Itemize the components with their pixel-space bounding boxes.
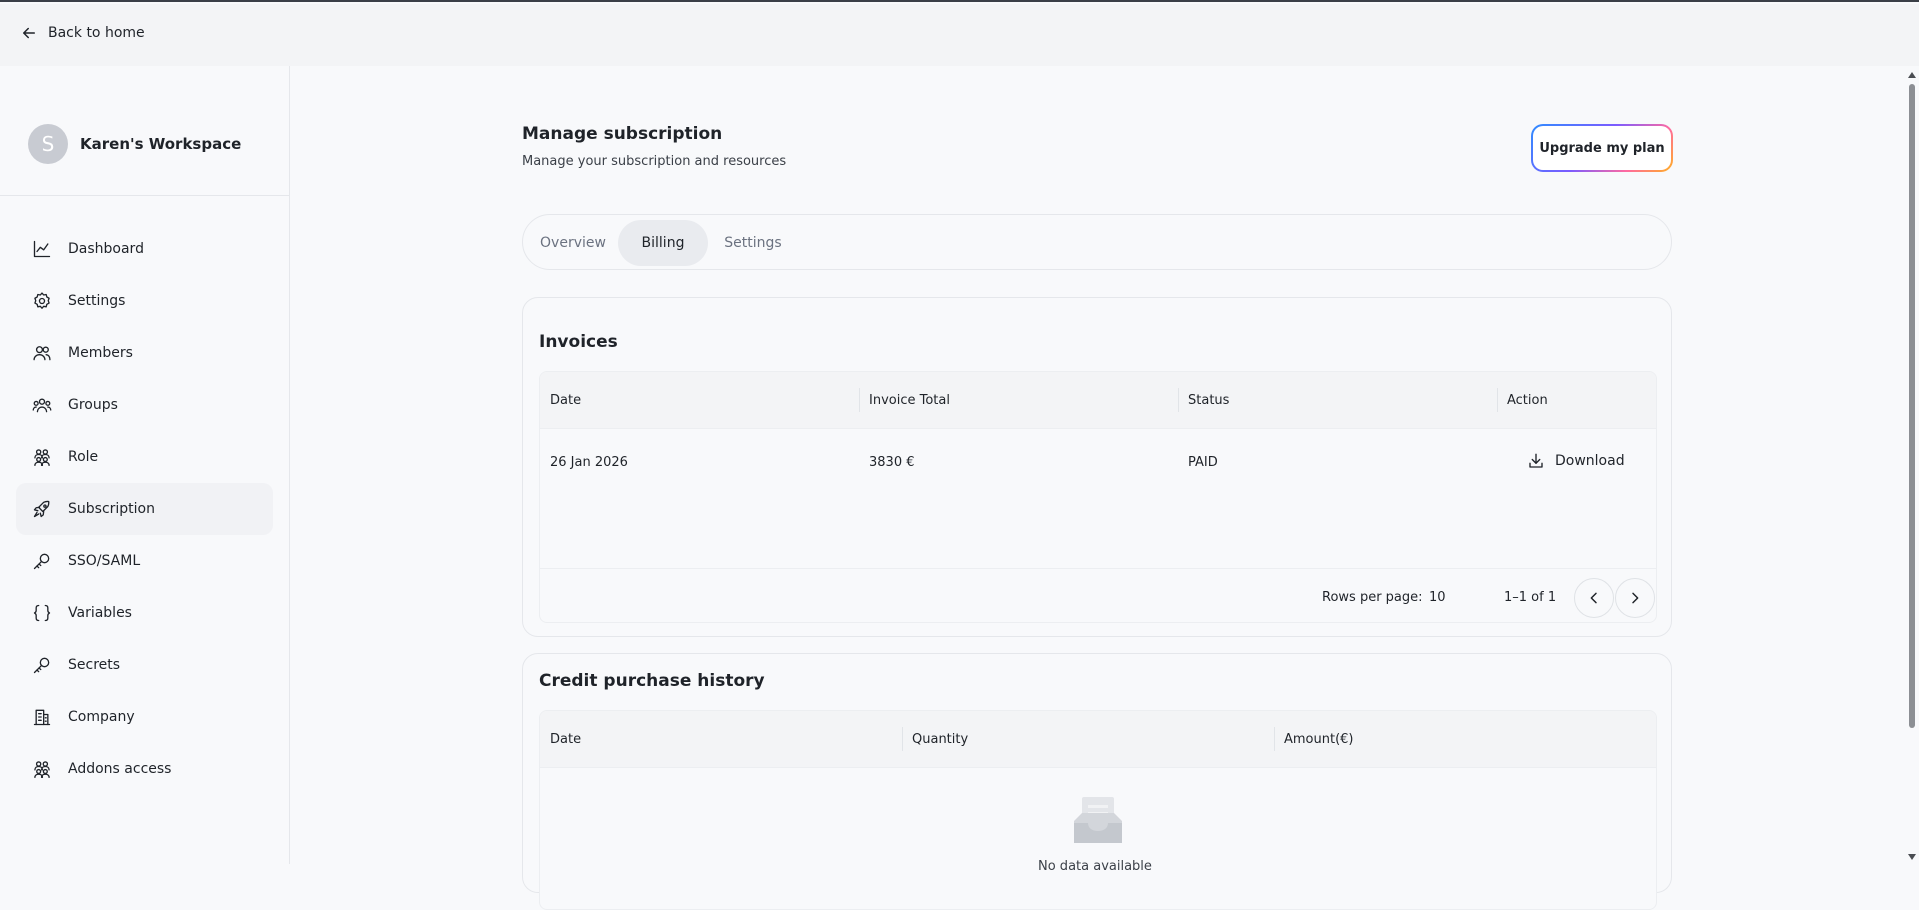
chevron-left-icon xyxy=(1590,592,1597,604)
table-footer-divider xyxy=(540,568,1656,569)
sidebar-item-settings[interactable]: Settings xyxy=(16,275,273,327)
empty-state-text: No data available xyxy=(1038,859,1152,874)
gear-icon xyxy=(34,292,50,309)
workspace-header[interactable]: S Karen's Workspace xyxy=(28,124,241,164)
sidebar-item-subscription[interactable]: Subscription xyxy=(16,483,273,535)
chevron-right-icon xyxy=(1632,592,1639,604)
divider xyxy=(0,195,289,196)
sidebar: S Karen's Workspace Dashboard Settings M… xyxy=(0,66,290,864)
role-icon xyxy=(34,449,50,466)
sidebar-item-dashboard[interactable]: Dashboard xyxy=(16,223,273,275)
table-header: Date Quantity Amount(€) xyxy=(540,711,1656,768)
upgrade-plan-label: Upgrade my plan xyxy=(1533,126,1671,170)
sidebar-item-variables[interactable]: Variables xyxy=(16,587,273,639)
chart-line-icon xyxy=(33,240,51,258)
sidebar-item-label: Settings xyxy=(68,293,126,309)
upgrade-plan-button[interactable]: Upgrade my plan xyxy=(1531,124,1673,172)
back-to-home-link[interactable]: Back to home xyxy=(20,24,145,42)
tab-settings[interactable]: Settings xyxy=(713,220,793,266)
invoice-date: 26 Jan 2026 xyxy=(550,455,628,470)
page-title: Manage subscription xyxy=(522,124,723,144)
tab-billing[interactable]: Billing xyxy=(618,220,708,266)
scroll-up-arrow[interactable] xyxy=(1908,72,1916,78)
page-subtitle: Manage your subscription and resources xyxy=(522,154,787,169)
sidebar-item-members[interactable]: Members xyxy=(16,327,273,379)
braces-icon xyxy=(33,604,51,622)
sidebar-item-label: Secrets xyxy=(68,657,121,673)
column-header-quantity[interactable]: Quantity xyxy=(912,711,968,767)
credit-history-card: Credit purchase history Date Quantity Am… xyxy=(522,653,1672,910)
download-icon xyxy=(1529,453,1543,468)
empty-inbox-icon xyxy=(1074,797,1122,843)
rows-per-page-select[interactable]: 10 xyxy=(1429,590,1446,605)
column-separator xyxy=(1274,727,1275,751)
credit-history-title: Credit purchase history xyxy=(539,671,765,691)
back-label: Back to home xyxy=(48,25,145,41)
column-separator xyxy=(1497,388,1498,412)
scrollbar[interactable] xyxy=(1905,66,1919,864)
group-icon xyxy=(32,398,52,413)
rows-per-page-label: Rows per page: xyxy=(1322,590,1423,605)
sidebar-item-label: Role xyxy=(68,449,99,465)
building-icon xyxy=(33,709,51,726)
column-header-date[interactable]: Date xyxy=(550,711,581,767)
sidebar-nav: Dashboard Settings Members Groups Role S… xyxy=(16,223,273,795)
sidebar-item-label: Dashboard xyxy=(68,241,144,257)
tab-bar: Overview Billing Settings xyxy=(522,214,1672,270)
invoices-table: Date Invoice Total Status Action 26 Jan … xyxy=(539,371,1657,623)
addons-icon xyxy=(34,761,50,778)
invoices-title: Invoices xyxy=(539,332,618,352)
sidebar-item-label: Members xyxy=(68,345,133,361)
download-invoice-button[interactable]: Download xyxy=(1527,452,1625,470)
sidebar-item-label: Groups xyxy=(68,397,118,413)
column-separator xyxy=(859,388,860,412)
top-bar: Back to home xyxy=(0,4,1919,66)
column-header-date[interactable]: Date xyxy=(550,372,581,428)
sidebar-item-label: Subscription xyxy=(68,501,155,517)
credit-history-table: Date Quantity Amount(€) No data availabl… xyxy=(539,710,1657,910)
sidebar-item-sso-saml[interactable]: SSO/SAML xyxy=(16,535,273,587)
invoice-total: 3830 € xyxy=(869,455,915,470)
download-label: Download xyxy=(1555,453,1625,469)
avatar: S xyxy=(28,124,68,164)
column-header-status[interactable]: Status xyxy=(1188,372,1229,428)
key-icon xyxy=(33,553,50,570)
scrollbar-thumb[interactable] xyxy=(1909,84,1915,728)
sidebar-item-company[interactable]: Company xyxy=(16,691,273,743)
invoice-status: PAID xyxy=(1188,455,1218,470)
column-separator xyxy=(902,727,903,751)
column-separator xyxy=(1178,388,1179,412)
users-icon xyxy=(33,346,51,361)
previous-page-button[interactable] xyxy=(1574,578,1614,618)
sidebar-item-label: Addons access xyxy=(68,761,172,777)
workspace-name: Karen's Workspace xyxy=(80,135,242,153)
rocket-icon xyxy=(33,500,50,518)
table-header: Date Invoice Total Status Action xyxy=(540,372,1656,429)
arrow-left-icon xyxy=(23,27,35,39)
scroll-down-arrow[interactable] xyxy=(1908,854,1916,860)
column-header-action[interactable]: Action xyxy=(1507,372,1548,428)
sidebar-item-addons-access[interactable]: Addons access xyxy=(16,743,273,795)
sidebar-item-label: Company xyxy=(68,709,135,725)
tab-overview[interactable]: Overview xyxy=(533,220,613,266)
invoices-card: Invoices Date Invoice Total Status Actio… xyxy=(522,297,1672,637)
column-header-invoice-total[interactable]: Invoice Total xyxy=(869,372,950,428)
key-icon xyxy=(33,657,50,674)
sidebar-item-groups[interactable]: Groups xyxy=(16,379,273,431)
column-header-amount[interactable]: Amount(€) xyxy=(1284,711,1354,767)
sidebar-item-label: SSO/SAML xyxy=(68,553,141,569)
next-page-button[interactable] xyxy=(1615,578,1655,618)
sidebar-item-label: Variables xyxy=(68,605,132,621)
pagination-range: 1–1 of 1 xyxy=(1504,590,1557,605)
sidebar-item-role[interactable]: Role xyxy=(16,431,273,483)
sidebar-item-secrets[interactable]: Secrets xyxy=(16,639,273,691)
